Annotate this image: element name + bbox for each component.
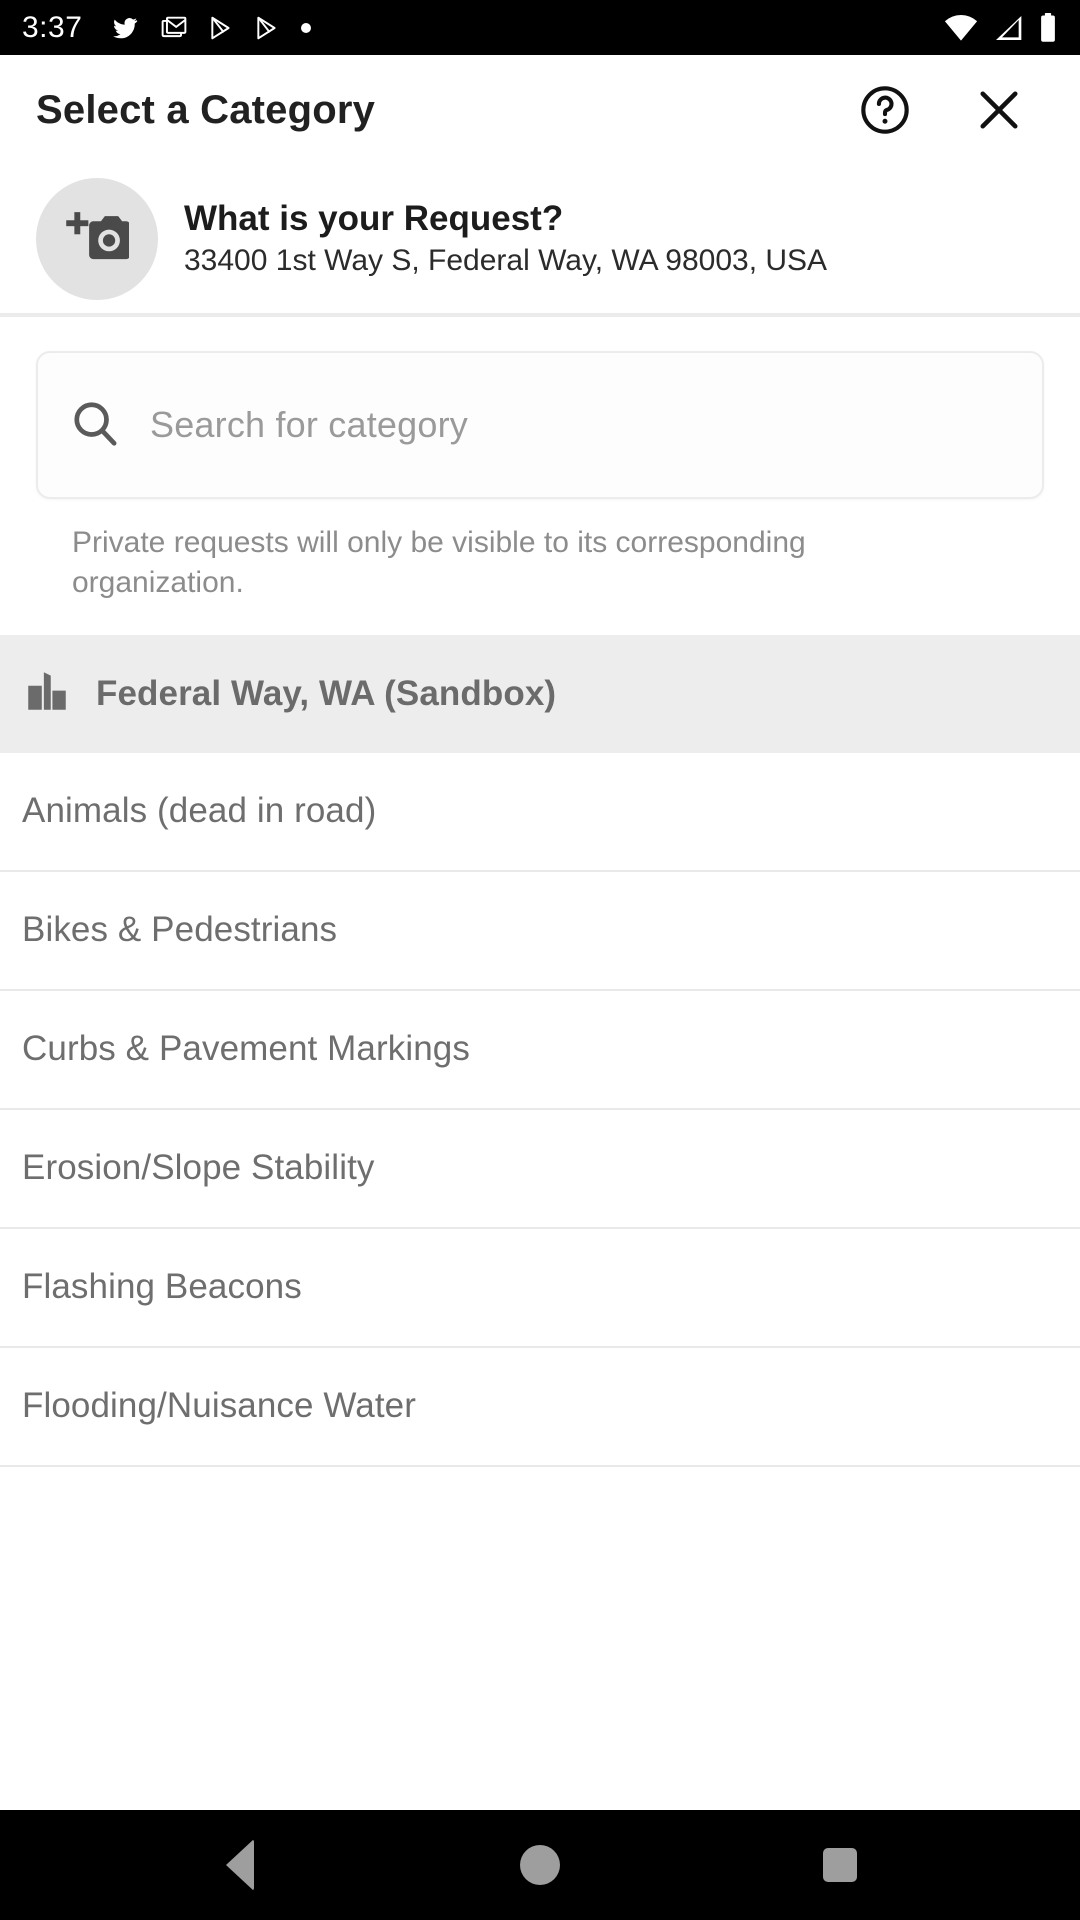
category-label: Flooding/Nuisance Water: [22, 1386, 416, 1426]
request-title: What is your Request?: [184, 198, 564, 238]
list-item[interactable]: Curbs & Pavement Markings: [0, 990, 1080, 1110]
list-item[interactable]: Flashing Beacons: [0, 1228, 1080, 1348]
category-label: Flashing Beacons: [22, 1267, 302, 1307]
status-bar-system-icons: [944, 12, 1058, 43]
privacy-note: Private requests will only be visible to…: [72, 526, 806, 599]
recents-icon[interactable]: [780, 1810, 900, 1920]
list-item[interactable]: Animals (dead in road): [0, 752, 1080, 872]
request-address: 33400 1st Way S, Federal Way, WA 98003, …: [184, 244, 828, 278]
list-item[interactable]: Bikes & Pedestrians: [0, 871, 1080, 991]
search-icon: [68, 396, 122, 455]
dialog-header: Select a Category: [0, 55, 1080, 165]
search-section: Search for category Private requests wil…: [0, 317, 1080, 603]
status-bar-notification-icons: [110, 15, 312, 41]
home-icon[interactable]: [480, 1810, 600, 1920]
twitter-icon: [110, 15, 140, 41]
category-list: Animals (dead in road) Bikes & Pedestria…: [0, 752, 1080, 1810]
list-item[interactable]: Flooding/Nuisance Water: [0, 1347, 1080, 1467]
category-label: Erosion/Slope Stability: [22, 1148, 375, 1188]
city-buildings-icon: [22, 666, 72, 721]
category-label: Bikes & Pedestrians: [22, 910, 338, 950]
avatar[interactable]: [36, 178, 158, 300]
wifi-icon: [944, 14, 978, 42]
status-bar: 3:37: [0, 0, 1080, 55]
list-item[interactable]: Erosion/Slope Stability: [0, 1109, 1080, 1229]
dot-icon: [300, 22, 312, 34]
search-input-placeholder: Search for category: [150, 404, 468, 445]
request-text-block: What is your Request? 33400 1st Way S, F…: [184, 199, 827, 279]
play-store-icon: [254, 15, 280, 41]
cellular-signal-icon: [992, 14, 1024, 42]
app-screen: 3:37 Select a Category What is your Requ…: [0, 0, 1080, 1920]
add-photo-camera-icon: [65, 209, 131, 270]
help-circle-icon[interactable]: [854, 79, 916, 141]
category-label: Curbs & Pavement Markings: [22, 1029, 470, 1069]
search-input[interactable]: Search for category: [36, 351, 1044, 499]
close-icon[interactable]: [968, 79, 1030, 141]
organization-header: Federal Way, WA (Sandbox): [0, 634, 1080, 753]
header-actions: [854, 79, 1044, 141]
gmail-icon: [160, 15, 188, 41]
back-icon[interactable]: [180, 1810, 300, 1920]
status-bar-clock: 3:37: [22, 10, 83, 44]
android-navigation-bar: [0, 1810, 1080, 1920]
category-label: Animals (dead in road): [22, 791, 377, 831]
page-title: Select a Category: [36, 87, 376, 132]
battery-icon: [1038, 12, 1058, 43]
organization-name: Federal Way, WA (Sandbox): [96, 673, 557, 713]
request-summary-row[interactable]: What is your Request? 33400 1st Way S, F…: [0, 165, 1080, 313]
play-store-icon: [208, 15, 234, 41]
